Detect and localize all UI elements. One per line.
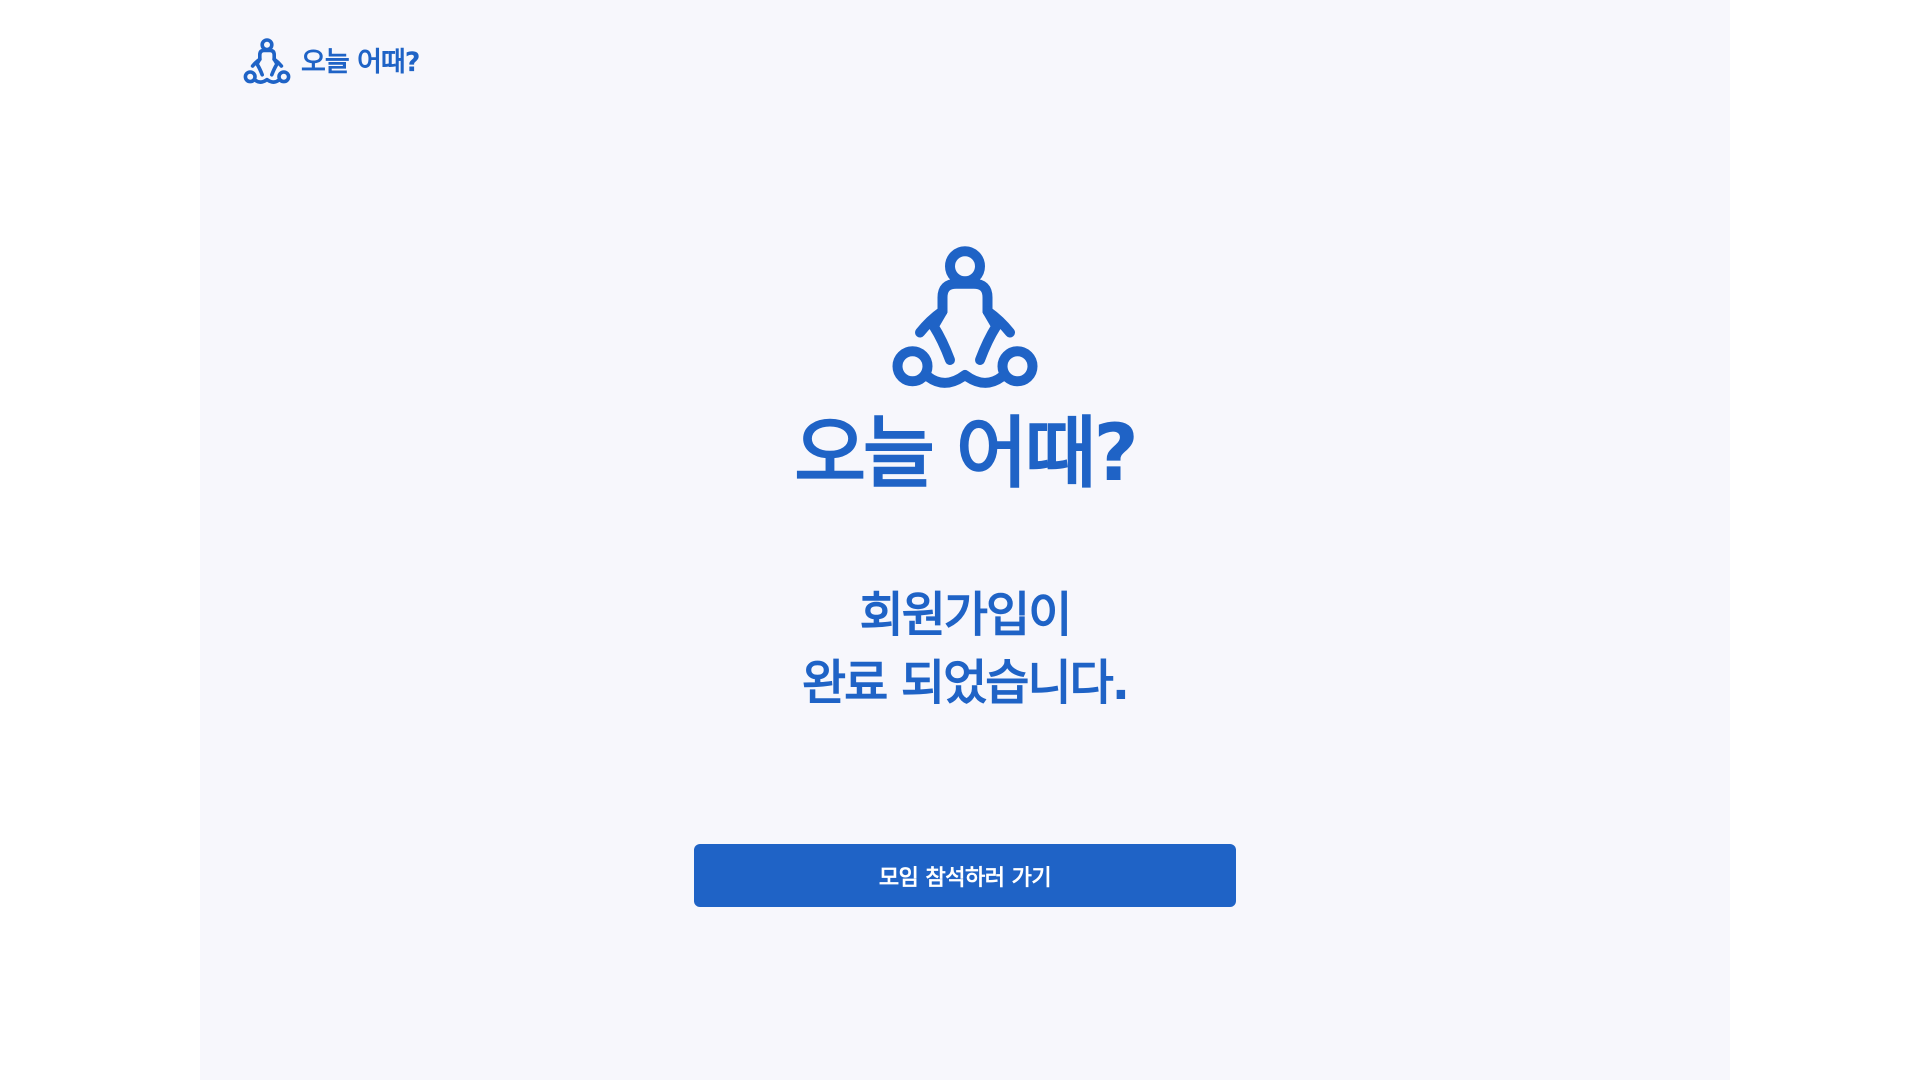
people-meeting-icon [890, 245, 1040, 395]
header-logo[interactable]: 오늘 어때? [243, 38, 420, 86]
page-frame: 오늘 어때? 오늘 어때? 회원가입이 완료 되었습니다. 모임 참석하러 가기 [200, 0, 1730, 1080]
header-brand: 오늘 어때? [301, 46, 420, 78]
hero: 오늘 어때? 회원가입이 완료 되었습니다. [200, 245, 1730, 717]
hero-brand: 오늘 어때? [794, 409, 1138, 499]
message-line-2: 완료 되었습니다. [801, 655, 1130, 711]
join-meeting-button[interactable]: 모임 참석하러 가기 [694, 844, 1236, 907]
people-meeting-icon [243, 38, 291, 86]
signup-complete-message: 회원가입이 완료 되었습니다. [801, 581, 1130, 717]
message-line-1: 회원가입이 [859, 587, 1073, 643]
